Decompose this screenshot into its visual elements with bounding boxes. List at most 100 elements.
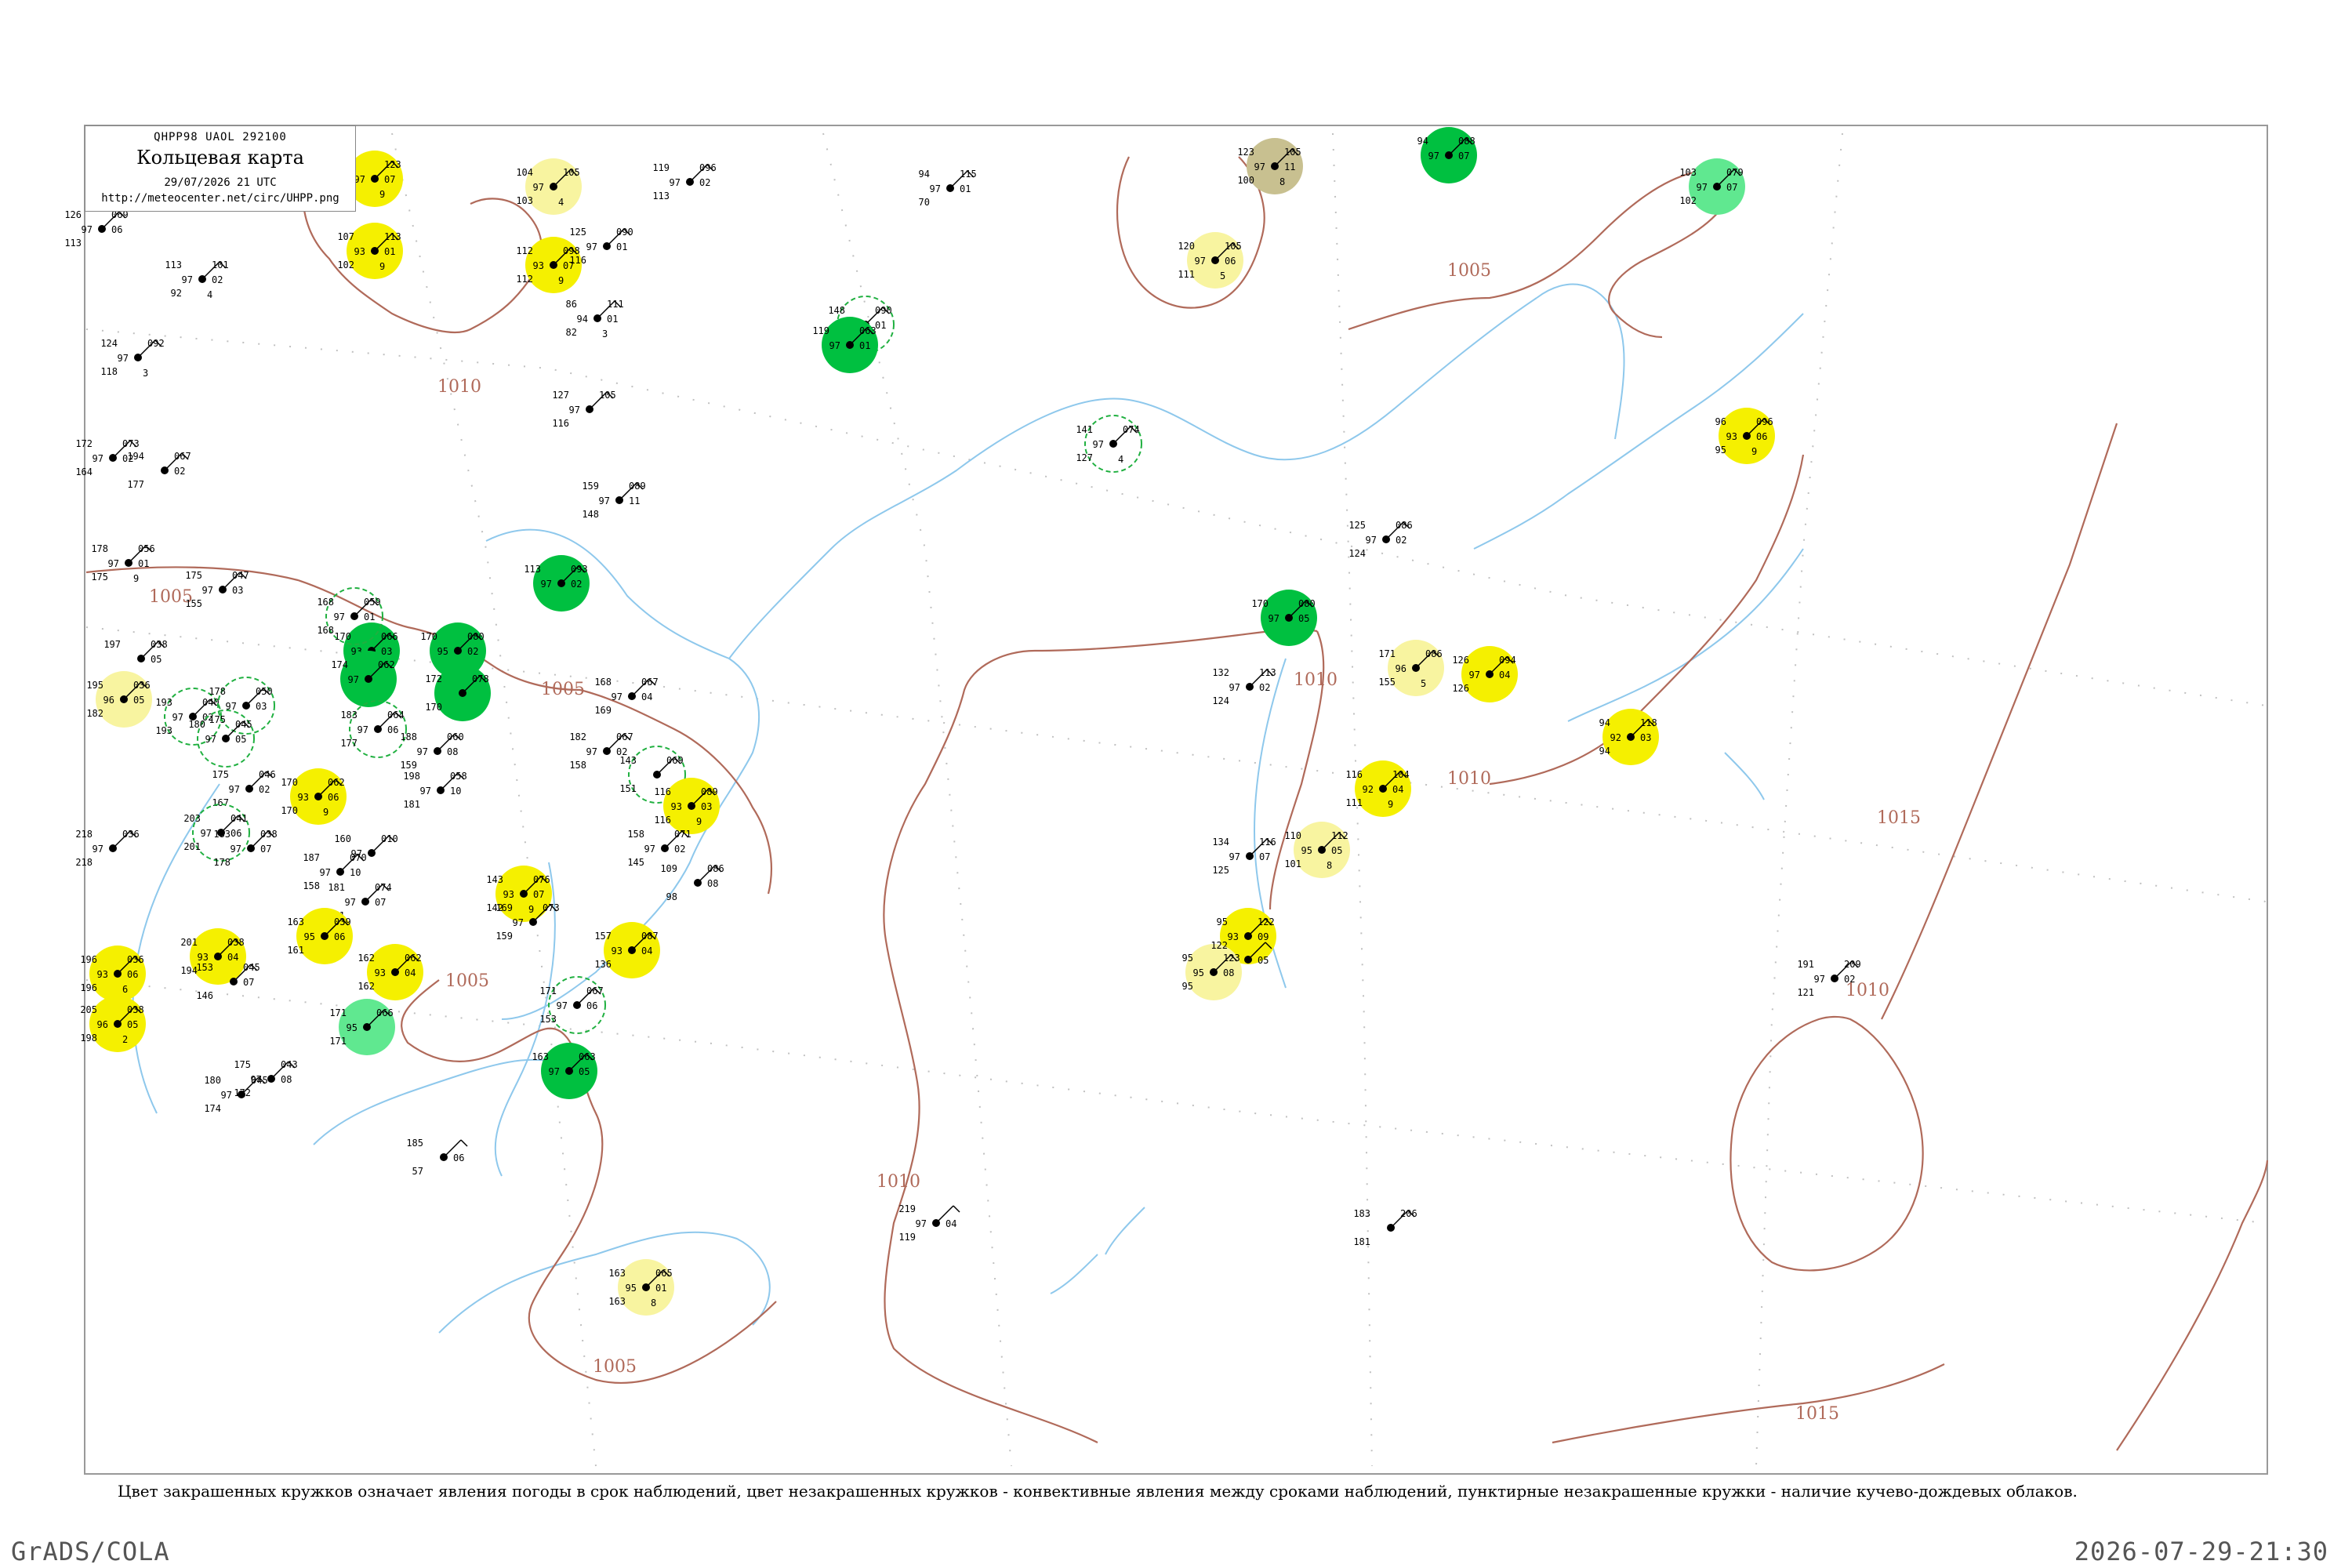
- station-plot: 95 123 95 08 95: [1182, 944, 1242, 1000]
- station-tendency: 07: [243, 977, 254, 988]
- isobar-1015-east: [1881, 423, 2118, 1020]
- station-pressure: 123: [384, 159, 401, 170]
- station-visibility: 178: [213, 857, 230, 868]
- station-dewpoint: 97: [1469, 670, 1480, 681]
- station-tendency: 07: [1259, 851, 1270, 862]
- station-temperature: 112: [516, 245, 533, 256]
- station-visibility: 113: [652, 191, 670, 201]
- station-pressure: 071: [674, 829, 691, 840]
- station-tendency: 05: [1258, 955, 1269, 966]
- station-temperature: 195: [86, 680, 103, 691]
- station-dewpoint: 97: [358, 724, 368, 735]
- station-dewpoint: 95: [347, 1022, 358, 1033]
- station-visibility: 116: [552, 418, 569, 429]
- station-dewpoint: 93: [503, 889, 514, 900]
- station-visibility: 161: [287, 945, 304, 956]
- station-temperature: 125: [569, 227, 586, 238]
- bulletin-code: QHPP98 UAOL 292100: [154, 131, 287, 143]
- station-plots: 8012397077691071139301102910410597103411…: [64, 127, 1861, 1316]
- station-pressure: 079: [1726, 167, 1744, 178]
- station-temperature: 170: [281, 777, 298, 788]
- station-plot: 113 101 97 02 92 4: [165, 260, 228, 300]
- station-dewpoint: 97: [172, 712, 183, 723]
- station-dewpoint: 97: [205, 734, 216, 745]
- station-plot: 94 115 97 01 70: [919, 169, 977, 208]
- station-cloud-code: 9: [1388, 799, 1393, 810]
- isobar-1010-closed: [1730, 1015, 1924, 1272]
- station-dewpoint: 97: [417, 746, 428, 757]
- isobar-label: 1010: [877, 1172, 920, 1192]
- station-cloud-code: 3: [602, 328, 608, 339]
- station-dewpoint: 96: [97, 1019, 108, 1030]
- station-pressure: 094: [1499, 655, 1516, 666]
- station-tendency: 06: [334, 931, 345, 942]
- station-plot: 119 063 97 01: [812, 317, 878, 373]
- station-temperature: 125: [1348, 520, 1366, 531]
- station-dewpoint: 93: [612, 946, 622, 956]
- station-temperature: 119: [812, 325, 829, 336]
- station-visibility: 98: [666, 891, 677, 902]
- station-temperature: 110: [1284, 830, 1301, 841]
- station-plot: 201 038 93 04 194: [180, 928, 246, 985]
- station-pressure: 086: [707, 863, 724, 874]
- station-tendency: 08: [1223, 967, 1234, 978]
- station-visibility: 155: [1378, 677, 1396, 688]
- station-tendency: 03: [701, 801, 712, 812]
- station-pressure: 050: [256, 686, 273, 697]
- station-tendency: 01: [138, 558, 149, 569]
- station-temperature: 119: [652, 162, 670, 173]
- station-dewpoint: 97: [1814, 974, 1825, 985]
- station-pressure: 073: [122, 438, 140, 449]
- station-tendency: 07: [533, 889, 544, 900]
- station-temperature: 172: [425, 673, 442, 684]
- station-visibility: 158: [303, 880, 320, 891]
- station-tendency: 06: [453, 1152, 464, 1163]
- station-tendency: 03: [256, 701, 267, 712]
- station-visibility: 121: [1797, 987, 1814, 998]
- station-temperature: 126: [64, 209, 82, 220]
- station-tendency: 04: [641, 691, 652, 702]
- station-visibility: 145: [627, 857, 644, 868]
- station-visibility: 170: [281, 805, 298, 816]
- station-tendency: 01: [607, 314, 618, 325]
- station-pressure: 046: [259, 769, 276, 780]
- station-cloud-code: 6: [122, 984, 128, 995]
- station-temperature: 203: [183, 813, 201, 824]
- station-dewpoint: 93: [198, 952, 209, 963]
- station-tendency: 05: [1298, 613, 1309, 624]
- station-pressure: 065: [655, 1268, 673, 1279]
- station-temperature: 183: [1353, 1208, 1370, 1219]
- station-plot: 163 065 95 01 163 8: [608, 1259, 674, 1316]
- station-dewpoint: 97: [586, 746, 597, 757]
- station-dewpoint: 97: [345, 897, 356, 908]
- station-pressure: 105: [1225, 241, 1242, 252]
- station-plot: 134 116 97 07 125: [1212, 837, 1276, 876]
- station-pressure: 038: [227, 937, 245, 948]
- station-pressure: 047: [232, 570, 249, 581]
- station-tendency: 01: [616, 241, 627, 252]
- station-dewpoint: 96: [103, 695, 114, 706]
- station-pressure: 092: [147, 338, 165, 349]
- isobar-1005-north: [1348, 169, 1732, 339]
- station-dewpoint: 97: [1195, 256, 1206, 267]
- station-plot: 194 067 02 177: [127, 451, 191, 490]
- station-plot: 162 062 93 04 162: [358, 944, 423, 1000]
- map-source-url[interactable]: http://meteocenter.net/circ/UHPP.png: [85, 192, 355, 205]
- station-plot: 157 087 93 04 136: [594, 922, 660, 978]
- station-dewpoint: 97: [420, 786, 431, 797]
- station-visibility: 155: [185, 598, 202, 609]
- isobar-1015-far: [2116, 1160, 2269, 1451]
- station-visibility: 148: [582, 509, 599, 520]
- station-visibility: 116: [569, 255, 586, 266]
- station-tendency: 02: [571, 579, 582, 590]
- station-plot: 94 118 92 03 94: [1599, 709, 1659, 765]
- station-pressure: 073: [543, 902, 560, 913]
- station-tendency: 06: [1225, 256, 1236, 267]
- station-pressure: 101: [212, 260, 229, 270]
- station-dewpoint: 97: [108, 558, 119, 569]
- station-visibility: 95: [1715, 445, 1726, 456]
- station-temperature: 194: [127, 451, 144, 462]
- station-tendency: 06: [230, 828, 241, 839]
- station-plot: 183 206 181: [1353, 1208, 1417, 1247]
- station-dewpoint: 95: [1193, 967, 1204, 978]
